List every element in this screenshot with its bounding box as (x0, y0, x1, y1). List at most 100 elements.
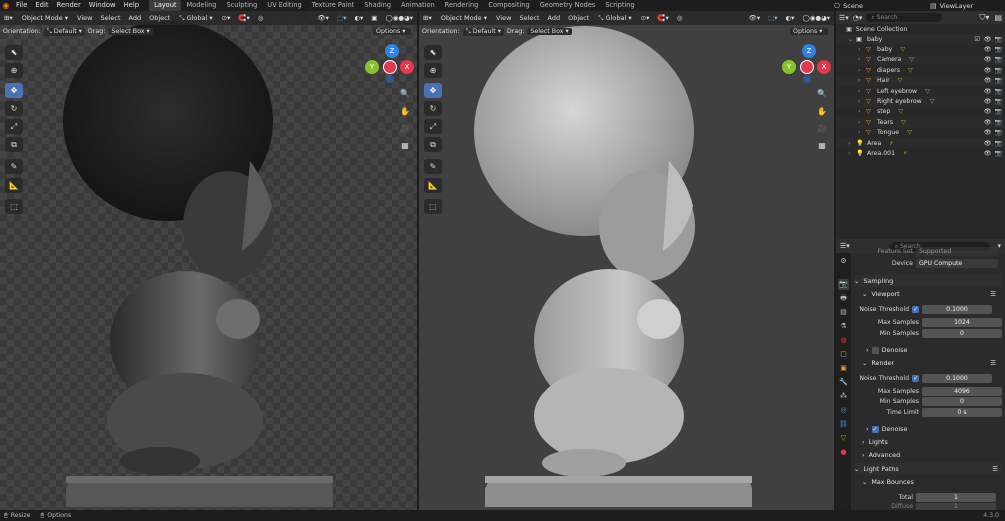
scene-selector[interactable]: ⎔ Scene (834, 0, 863, 11)
visibility-eye-icon[interactable]: 👁 (984, 108, 992, 115)
visibility-eye-icon[interactable]: 👁 (984, 77, 992, 84)
physics-tab-icon[interactable]: ◎ (838, 405, 849, 416)
annotate-tool-icon[interactable]: ✎ (5, 159, 23, 174)
object-menu[interactable]: Object (145, 11, 174, 25)
gizmo-toggle-icon[interactable]: ⬚▾ (333, 11, 350, 25)
feature-set-dropdown[interactable]: Supported (916, 246, 998, 256)
rotate-tool-icon-right[interactable]: ↻ (424, 101, 442, 116)
proportional-edit-icon[interactable]: ◎ (254, 11, 268, 25)
world-tab-icon[interactable]: ◍ (838, 335, 849, 346)
gizmo-x-icon[interactable]: X (400, 60, 414, 74)
constraints-tab-icon[interactable]: ⛓ (838, 419, 849, 430)
r-max-samples-field[interactable]: 4096 (922, 386, 1002, 396)
chevron-right-icon[interactable]: › (858, 56, 866, 63)
menu-help[interactable]: Help (120, 0, 144, 11)
outliner-row[interactable]: › ▽ Right eyebrow ▽ 👁 📷 (836, 96, 1005, 107)
visibility-eye-icon[interactable]: 👁 (984, 56, 992, 63)
modifier-tab-icon[interactable]: 🔧 (838, 377, 849, 388)
gizmo-z-icon[interactable]: Z (385, 44, 399, 58)
render-visibility-icon[interactable]: 📷 (995, 67, 1002, 74)
render-visibility-icon[interactable]: 📷 (995, 77, 1002, 84)
scene-tab-icon[interactable]: ⚗ (838, 321, 849, 332)
drag-dropdown[interactable]: Select Box ▾ (108, 28, 153, 35)
collection-tab-icon[interactable]: ▢ (838, 349, 849, 360)
gizmo-center-icon-right[interactable] (800, 60, 814, 74)
r-denoise-subpanel[interactable]: › ✓ Denoise (866, 423, 1002, 435)
blender-logo-icon[interactable]: ◉ (0, 0, 12, 11)
gizmo-center-icon[interactable] (383, 60, 397, 74)
rotate-tool-icon[interactable]: ↻ (5, 101, 23, 116)
gizmo-y-icon[interactable]: Y (365, 60, 379, 74)
object-mode-dropdown-right[interactable]: Object Mode ▾ (436, 13, 492, 23)
mesh-data-icon[interactable]: ▽ (908, 67, 913, 74)
light-data-icon[interactable]: ⚡ (903, 150, 907, 157)
render-visibility-icon[interactable]: 📷 (995, 119, 1002, 126)
diffuse-bounces-field[interactable]: 1 (916, 503, 996, 510)
visibility-eye-icon[interactable]: 👁 (984, 46, 992, 53)
advanced-subpanel[interactable]: › Advanced (862, 449, 1002, 461)
visibility-icon[interactable]: 👁▾ (313, 11, 333, 25)
xray-icon[interactable]: ▣ (367, 11, 381, 25)
editor-type-icon-right[interactable]: ⊞▾ (419, 11, 436, 25)
perspective-grid-icon[interactable]: ▦ (398, 139, 412, 152)
new-collection-icon[interactable]: ▤ (994, 13, 1002, 22)
render-visibility-icon[interactable]: 📷 (995, 98, 1002, 105)
workspace-tab-compositing[interactable]: Compositing (483, 0, 534, 11)
select-tool-icon-right[interactable]: ⬉ (424, 45, 442, 60)
visibility-eye-icon[interactable]: 👁 (984, 88, 992, 95)
filter-icon[interactable]: ⛉▾ (979, 13, 989, 23)
render-visibility-icon[interactable]: 📷 (995, 88, 1002, 95)
mesh-data-icon[interactable]: ▽ (925, 88, 930, 95)
transform-tool-icon[interactable]: ⧉ (5, 137, 23, 152)
r-time-limit-field[interactable]: 0 s (922, 407, 1002, 417)
viewport-right[interactable]: ⊞▾ Object Mode ▾ View Select Add Object … (419, 11, 834, 510)
chevron-right-icon[interactable]: › (858, 129, 866, 136)
gizmo-toggle-icon-right[interactable]: ⬚▾ (764, 11, 781, 25)
outliner-row[interactable]: › ▽ Tongue ▽ 👁 📷 (836, 128, 1005, 138)
chevron-right-icon[interactable]: › (858, 98, 866, 105)
mesh-data-icon[interactable]: ▽ (898, 77, 903, 84)
add-cube-tool-icon[interactable]: ⬚ (5, 199, 23, 214)
workspace-tab-modeling[interactable]: Modeling (181, 0, 221, 11)
mesh-data-icon[interactable]: ▽ (898, 108, 903, 115)
chevron-right-icon[interactable]: › (858, 108, 866, 115)
visibility-eye-icon[interactable]: 👁 (984, 98, 992, 105)
workspace-tab-texture-paint[interactable]: Texture Paint (307, 0, 360, 11)
sampling-panel-header[interactable]: ⌄ Sampling (854, 275, 1002, 287)
data-tab-icon[interactable]: ▽ (838, 433, 849, 444)
render-tab-icon[interactable]: 📷 (838, 279, 849, 290)
workspace-tab-layout[interactable]: Layout (149, 0, 182, 11)
max-bounces-subpanel-header[interactable]: ⌄ Max Bounces (862, 476, 1002, 488)
vp-noise-threshold-field[interactable]: 0.1000 (922, 304, 992, 314)
render-visibility-icon[interactable]: 📷 (995, 140, 1002, 147)
menu-render[interactable]: Render (53, 0, 85, 11)
outliner-row[interactable]: › ▽ step ▽ 👁 📷 (836, 107, 1005, 117)
render-visibility-icon[interactable]: 📷 (995, 150, 1002, 157)
mesh-data-icon[interactable]: ▽ (901, 119, 906, 126)
add-menu[interactable]: Add (125, 11, 146, 25)
snap-icon-right[interactable]: 🧲▾ (653, 11, 672, 25)
chevron-right-icon[interactable]: › (858, 77, 866, 84)
add-cube-tool-icon-right[interactable]: ⬚ (424, 199, 442, 214)
annotate-tool-icon-right[interactable]: ✎ (424, 159, 442, 174)
visibility-icon-right[interactable]: 👁▾ (745, 11, 765, 25)
shading-modes-icon[interactable]: ◯◉●◕▾ (381, 11, 417, 25)
object-menu-right[interactable]: Object (564, 11, 593, 25)
light-data-icon[interactable]: ⚡ (889, 140, 893, 147)
workspace-tab-scripting[interactable]: Scripting (600, 0, 639, 11)
chevron-down-icon[interactable]: ⌄ (848, 36, 856, 43)
visibility-eye-icon[interactable]: 👁 (984, 119, 992, 126)
menu-window[interactable]: Window (85, 0, 120, 11)
render-visibility-icon[interactable]: 📷 (995, 46, 1002, 53)
editor-type-icon[interactable]: ⊞▾ (0, 11, 17, 25)
view-layer-tab-icon[interactable]: ▤ (838, 307, 849, 318)
options-dropdown[interactable]: Options ▾ (373, 28, 411, 35)
drag-dropdown-right[interactable]: Select Box ▾ (527, 28, 572, 35)
vp-denoise-checkbox[interactable] (871, 346, 879, 354)
particles-tab-icon[interactable]: ⁂ (838, 391, 849, 402)
overlay-icon-right[interactable]: ◐▾ (782, 11, 799, 25)
vp-noise-threshold-checkbox[interactable]: ✓ (912, 305, 919, 313)
move-tool-icon[interactable]: ✥ (5, 83, 23, 98)
outliner-editor-icon[interactable]: ☰▾ (839, 14, 849, 22)
orientation-dropdown-right[interactable]: ⤡ Default ▾ (462, 27, 504, 36)
